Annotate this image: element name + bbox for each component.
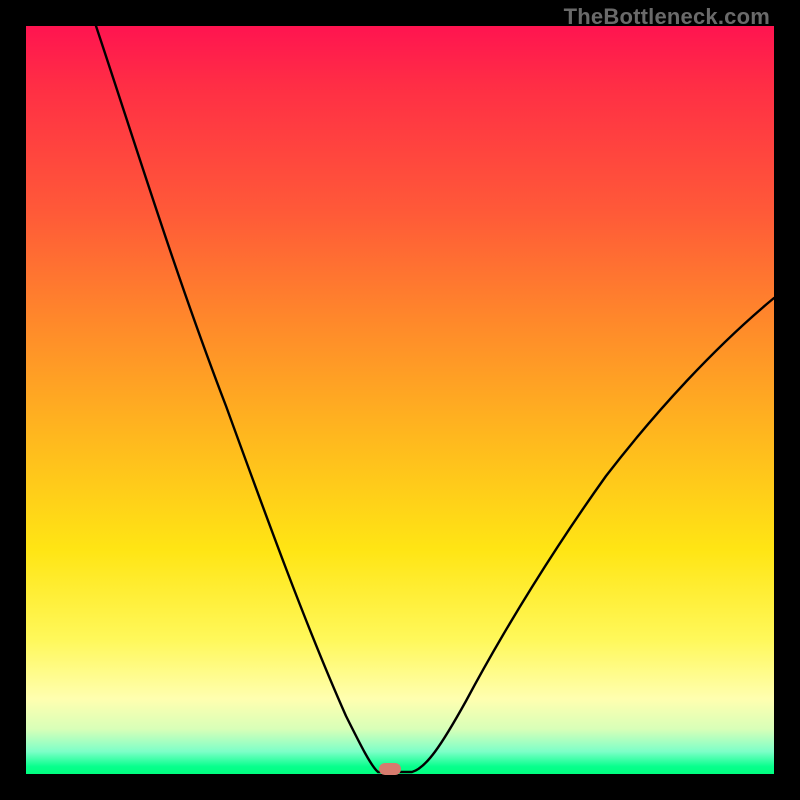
- optimal-point-marker: [379, 763, 401, 775]
- chart-frame: TheBottleneck.com: [0, 0, 800, 800]
- plot-area: [26, 26, 774, 774]
- bottleneck-curve: [26, 26, 774, 774]
